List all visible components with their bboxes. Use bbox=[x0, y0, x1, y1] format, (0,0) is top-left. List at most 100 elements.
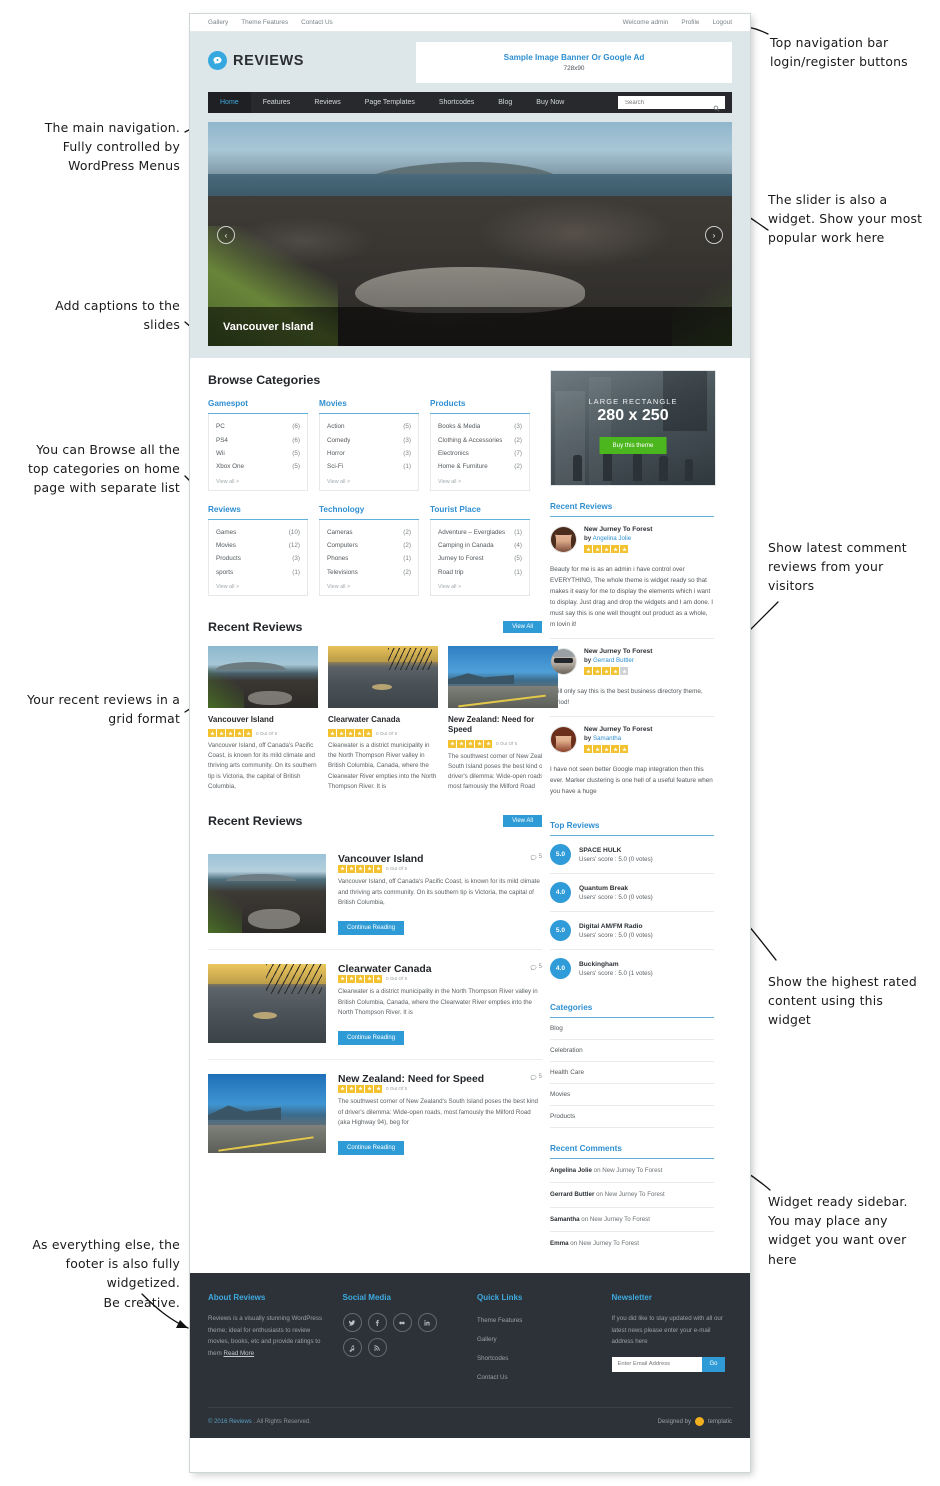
category-row[interactable]: Movies (12) bbox=[216, 539, 300, 552]
review-list-item[interactable]: New Zealand: Need for Speed 5 0 Out Of 5… bbox=[208, 1060, 542, 1169]
nav-item-reviews[interactable]: Reviews bbox=[302, 92, 352, 113]
search-icon[interactable] bbox=[713, 99, 720, 112]
recent-comment-item[interactable]: Gerrard Buttler on New Jurney To Forest bbox=[550, 1183, 714, 1208]
newsletter-email-input[interactable] bbox=[611, 1356, 703, 1372]
category-heading[interactable]: Tourist Place bbox=[430, 505, 530, 520]
buy-this-theme-button[interactable]: Buy this theme bbox=[599, 437, 667, 454]
sidebar-category-link[interactable]: Health Care bbox=[550, 1062, 714, 1085]
footer-link-contact-us[interactable]: Contact Us bbox=[477, 1370, 598, 1389]
review-list-item[interactable]: Clearwater Canada 5 0 Out Of 5 Clearwate… bbox=[208, 950, 542, 1060]
continue-reading-button[interactable]: Continue Reading bbox=[338, 1030, 405, 1045]
recent-comment-item[interactable]: Angelina Jolie on New Jurney To Forest bbox=[550, 1159, 714, 1184]
recent-comment-item[interactable]: Emma on New Jurney To Forest bbox=[550, 1232, 714, 1255]
category-heading[interactable]: Movies bbox=[319, 399, 419, 414]
topbar-link-logout[interactable]: Logout bbox=[712, 19, 732, 26]
category-view-all[interactable]: View all > bbox=[327, 579, 411, 590]
review-card-title[interactable]: Clearwater Canada bbox=[328, 715, 438, 725]
sidebar-review-author[interactable]: Gerrard Buttler bbox=[593, 657, 634, 664]
review-list-title[interactable]: Clearwater Canada bbox=[338, 964, 432, 975]
sidebar-ad-280x250[interactable]: LARGE RECTANGLE 280 x 250 Buy this theme bbox=[550, 370, 716, 486]
category-row[interactable]: Sci-Fi (1) bbox=[327, 460, 411, 473]
recent-comment-author[interactable]: Gerrard Buttler bbox=[550, 1191, 594, 1198]
recent-reviews-list-view-all-button[interactable]: View All bbox=[503, 814, 542, 827]
top-review-item[interactable]: 4.0 Buckingham Users' score : 5.0 (1 vot… bbox=[550, 950, 714, 987]
twitter-icon[interactable] bbox=[342, 1313, 362, 1333]
recent-comment-author[interactable]: Angelina Jolie bbox=[550, 1167, 592, 1174]
copyright-link[interactable]: © 2016 Reviews bbox=[208, 1419, 252, 1425]
nav-item-blog[interactable]: Blog bbox=[486, 92, 524, 113]
category-view-all[interactable]: View all > bbox=[216, 474, 300, 485]
recent-comment-author[interactable]: Emma bbox=[550, 1240, 569, 1247]
review-card[interactable]: Clearwater Canada 0 Out Of 5 Clearwater … bbox=[328, 646, 438, 792]
nav-search-box[interactable] bbox=[618, 96, 725, 112]
site-logo[interactable]: REVIEWS bbox=[208, 51, 304, 70]
category-row[interactable]: Action (5) bbox=[327, 420, 411, 433]
category-row[interactable]: PS4 (6) bbox=[216, 433, 300, 446]
continue-reading-button[interactable]: Continue Reading bbox=[338, 1140, 405, 1155]
category-row[interactable]: Computers (2) bbox=[327, 539, 411, 552]
sidebar-review-author[interactable]: Angelina Jolie bbox=[593, 535, 632, 542]
review-card-thumbnail[interactable] bbox=[328, 646, 438, 708]
sidebar-category-link[interactable]: Celebration bbox=[550, 1040, 714, 1063]
category-row[interactable]: Games (10) bbox=[216, 526, 300, 539]
category-row[interactable]: Home & Furniture (2) bbox=[438, 460, 522, 473]
review-list-thumbnail[interactable] bbox=[208, 1073, 326, 1153]
category-row[interactable]: Products (3) bbox=[216, 552, 300, 565]
review-list-thumbnail[interactable] bbox=[208, 963, 326, 1043]
continue-reading-button[interactable]: Continue Reading bbox=[338, 920, 405, 935]
review-list-thumbnail[interactable] bbox=[208, 853, 326, 933]
category-row[interactable]: Wii (5) bbox=[216, 447, 300, 460]
category-row[interactable]: Xbox One (5) bbox=[216, 460, 300, 473]
category-row[interactable]: Road trip (1) bbox=[438, 566, 522, 579]
footer-link-gallery[interactable]: Gallery bbox=[477, 1332, 598, 1351]
category-row[interactable]: sports (1) bbox=[216, 566, 300, 579]
top-review-item[interactable]: 4.0 Quantum Break Users' score : 5.0 (0 … bbox=[550, 874, 714, 913]
rss-icon[interactable] bbox=[367, 1338, 387, 1358]
sidebar-category-link[interactable]: Movies bbox=[550, 1084, 714, 1107]
category-heading[interactable]: Technology bbox=[319, 505, 419, 520]
facebook-icon[interactable] bbox=[367, 1313, 387, 1333]
flickr-icon[interactable] bbox=[392, 1313, 412, 1333]
review-list-item[interactable]: Vancouver Island 5 0 Out Of 5 Vancouver … bbox=[208, 840, 542, 950]
category-heading[interactable]: Products bbox=[430, 399, 530, 414]
newsletter-go-button[interactable]: Go bbox=[702, 1356, 725, 1372]
category-heading[interactable]: Gamespot bbox=[208, 399, 308, 414]
category-heading[interactable]: Reviews bbox=[208, 505, 308, 520]
nav-item-home[interactable]: Home bbox=[208, 92, 251, 113]
review-card-thumbnail[interactable] bbox=[448, 646, 558, 708]
review-list-title[interactable]: New Zealand: Need for Speed bbox=[338, 1074, 484, 1085]
topbar-link-profile[interactable]: Profile bbox=[681, 19, 699, 26]
search-input[interactable] bbox=[623, 98, 713, 107]
ad-banner-728x90[interactable]: Sample Image Banner Or Google Ad 728x90 bbox=[416, 42, 732, 83]
nav-item-buy-now[interactable]: Buy Now bbox=[524, 92, 576, 113]
designer-name[interactable]: templatic bbox=[708, 1419, 732, 1425]
top-review-item[interactable]: 5.0 Digital AM/FM Radio Users' score : 5… bbox=[550, 912, 714, 951]
recent-comment-author[interactable]: Samantha bbox=[550, 1216, 580, 1223]
top-review-name[interactable]: Buckingham bbox=[579, 961, 653, 968]
category-row[interactable]: Horror (3) bbox=[327, 447, 411, 460]
footer-read-more-link[interactable]: Read More bbox=[223, 1350, 254, 1357]
category-view-all[interactable]: View all > bbox=[438, 579, 522, 590]
footer-link-theme-features[interactable]: Theme Features bbox=[477, 1313, 598, 1332]
top-review-name[interactable]: Quantum Break bbox=[579, 885, 653, 892]
linkedin-icon[interactable] bbox=[417, 1313, 437, 1333]
sidebar-review-title[interactable]: New Jurney To Forest bbox=[584, 648, 652, 655]
nav-item-features[interactable]: Features bbox=[251, 92, 303, 113]
review-card-title[interactable]: Vancouver Island bbox=[208, 715, 318, 725]
music-icon[interactable] bbox=[342, 1338, 362, 1358]
sidebar-review-author[interactable]: Samantha bbox=[593, 735, 621, 742]
sidebar-category-link[interactable]: Products bbox=[550, 1106, 714, 1129]
category-row[interactable]: Cameras (2) bbox=[327, 526, 411, 539]
category-view-all[interactable]: View all > bbox=[216, 579, 300, 590]
category-row[interactable]: PC (6) bbox=[216, 420, 300, 433]
category-row[interactable]: Books & Media (3) bbox=[438, 420, 522, 433]
sidebar-review-title[interactable]: New Jurney To Forest bbox=[584, 726, 652, 733]
top-review-name[interactable]: Digital AM/FM Radio bbox=[579, 923, 653, 930]
category-row[interactable]: Adventure – Everglades (1) bbox=[438, 526, 522, 539]
category-row[interactable]: Televisions (2) bbox=[327, 566, 411, 579]
sidebar-review-title[interactable]: New Jurney To Forest bbox=[584, 526, 652, 533]
topbar-link-theme-features[interactable]: Theme Features bbox=[241, 19, 288, 26]
sidebar-category-link[interactable]: Blog bbox=[550, 1018, 714, 1041]
footer-link-shortcodes[interactable]: Shortcodes bbox=[477, 1351, 598, 1370]
category-row[interactable]: Jurney to Forest (5) bbox=[438, 552, 522, 565]
